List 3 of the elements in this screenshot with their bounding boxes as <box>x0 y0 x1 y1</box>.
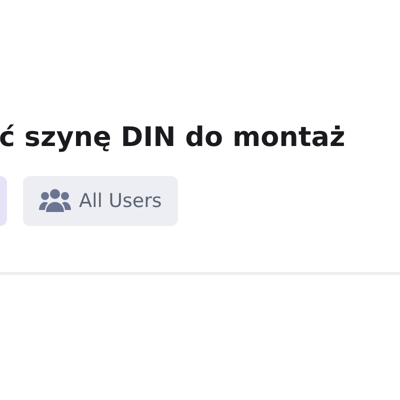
audience-tag: All Users <box>23 176 178 226</box>
users-icon <box>39 188 71 214</box>
page-title: ć szynę DIN do montaż <box>0 122 346 154</box>
